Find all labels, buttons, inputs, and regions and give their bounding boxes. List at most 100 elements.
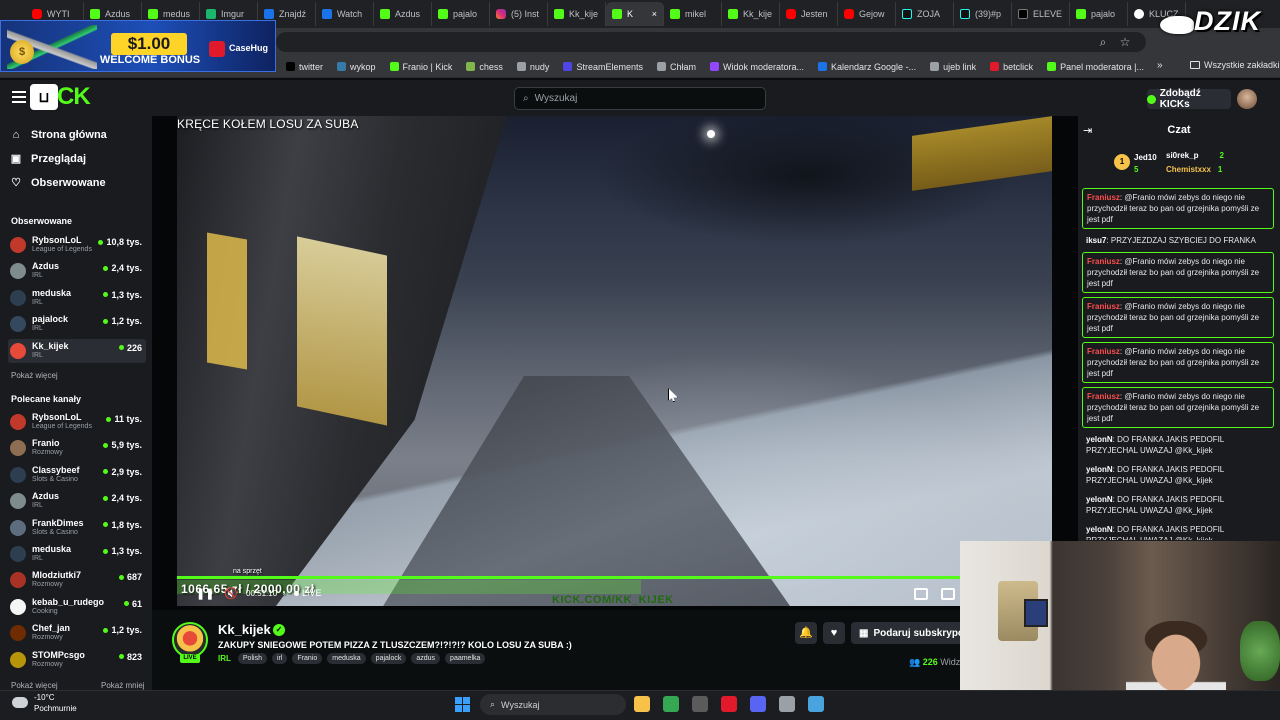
category-link[interactable]: IRL bbox=[218, 654, 231, 663]
bookmark-item[interactable]: StreamElements bbox=[563, 62, 643, 72]
file-explorer-icon[interactable] bbox=[634, 696, 650, 712]
channel-item[interactable]: meduska IRL 1,3 tys. bbox=[8, 542, 146, 566]
search-input[interactable]: ⌕ Wyszukaj bbox=[514, 87, 766, 110]
nav-item-heart[interactable]: ♡ Obserwowane bbox=[10, 177, 106, 189]
discord-icon[interactable] bbox=[750, 696, 766, 712]
stream-tag[interactable]: azdus bbox=[411, 653, 441, 664]
show-more-followed[interactable]: Pokaż więcej bbox=[11, 371, 58, 380]
browser-tab[interactable]: pajalo bbox=[432, 2, 490, 26]
user-avatar[interactable] bbox=[1237, 89, 1257, 109]
show-less-recommended[interactable]: Pokaż mniej bbox=[101, 681, 145, 690]
browser-tab[interactable]: ELEVE bbox=[1012, 2, 1070, 26]
search-icon[interactable]: ⌕ bbox=[1096, 35, 1110, 49]
theatre-mode-button[interactable] bbox=[914, 588, 928, 600]
bookmark-item[interactable]: twitter bbox=[286, 62, 323, 72]
channel-item[interactable]: Azdus IRL 2,4 tys. bbox=[8, 259, 146, 283]
bookmarks-overflow-icon[interactable]: » bbox=[1157, 60, 1163, 71]
chat-username[interactable]: yelonN bbox=[1086, 525, 1113, 534]
channel-item[interactable]: Franio Rozmowy 5,9 tys. bbox=[8, 436, 146, 460]
video-frame[interactable] bbox=[177, 116, 1052, 606]
kick-logo[interactable]: ⊔ CK bbox=[30, 84, 94, 112]
channel-item[interactable]: Kk_kijek IRL 226 bbox=[8, 338, 146, 363]
browser-tab[interactable]: Gejow bbox=[838, 2, 896, 26]
stream-tag[interactable]: pajalock bbox=[370, 653, 407, 664]
follow-heart-icon[interactable]: ♥ bbox=[823, 622, 845, 644]
channel-item[interactable]: Classybeef Slots & Casino 2,9 tys. bbox=[8, 463, 146, 487]
taskbar-search[interactable]: ⌕ Wyszukaj bbox=[480, 694, 626, 715]
weather-condition[interactable]: Pochmurnie bbox=[34, 704, 77, 713]
notepad-icon[interactable] bbox=[808, 696, 824, 712]
miniplayer-button[interactable] bbox=[941, 588, 955, 600]
stream-tag[interactable]: Franio bbox=[292, 653, 323, 664]
channel-item[interactable]: pajalock IRL 1,2 tys. bbox=[8, 312, 146, 336]
cloud-icon[interactable] bbox=[12, 697, 28, 708]
menu-icon[interactable] bbox=[12, 91, 26, 103]
streamer-avatar[interactable] bbox=[172, 622, 208, 658]
channel-item[interactable]: Chef_jan Rozmowy 1,2 tys. bbox=[8, 621, 146, 645]
show-more-recommended[interactable]: Pokaż więcej bbox=[11, 681, 58, 690]
live-indicator[interactable]: LIVE bbox=[294, 588, 322, 598]
windows-start-icon[interactable] bbox=[455, 697, 470, 712]
browser-tab[interactable]: K × bbox=[606, 2, 664, 26]
chat-username[interactable]: Franiusz bbox=[1087, 392, 1120, 401]
nav-item-home[interactable]: ⌂ Strona główna bbox=[10, 129, 107, 141]
channel-item[interactable]: meduska IRL 1,3 tys. bbox=[8, 286, 146, 310]
browser-tab[interactable]: mikel bbox=[664, 2, 722, 26]
collapse-chat-icon[interactable]: ⇥ bbox=[1083, 124, 1092, 137]
app-icon[interactable] bbox=[692, 696, 708, 712]
chrome-icon[interactable] bbox=[663, 696, 679, 712]
bookmark-item[interactable]: ujeb link bbox=[930, 62, 976, 72]
stream-tag[interactable]: paamelka bbox=[445, 653, 486, 664]
chat-username[interactable]: yelonN bbox=[1086, 465, 1113, 474]
bookmark-item[interactable]: nudy bbox=[516, 62, 549, 72]
close-tab-icon[interactable]: × bbox=[652, 9, 657, 19]
promo-banner[interactable]: $1.00 WELCOME BONUS CaseHug bbox=[0, 20, 276, 72]
bookmark-item[interactable]: Franio | Kick bbox=[389, 62, 452, 72]
channel-item[interactable]: kebab_u_rudego Cooking 61 bbox=[8, 595, 146, 619]
bookmark-item[interactable]: wykop bbox=[337, 62, 376, 72]
star-bookmark-icon[interactable]: ☆ bbox=[1118, 35, 1132, 49]
browser-tab[interactable]: pajalo bbox=[1070, 2, 1128, 26]
chat-username[interactable]: Franiusz bbox=[1087, 257, 1120, 266]
bookmark-item[interactable]: Widok moderatora... bbox=[709, 62, 804, 72]
browser-tab[interactable]: ZOJA bbox=[896, 2, 954, 26]
stream-tag[interactable]: irl bbox=[271, 653, 288, 664]
browser-tab[interactable]: Azdus bbox=[374, 2, 432, 26]
bookmark-item[interactable]: Kalendarz Google -... bbox=[818, 62, 916, 72]
channel-item[interactable]: Mlodziutki7 Rozmowy 687 bbox=[8, 568, 146, 592]
app-icon-2[interactable] bbox=[721, 696, 737, 712]
weather-temperature[interactable]: -10°C bbox=[34, 693, 55, 702]
browser-tab[interactable]: Watch bbox=[316, 2, 374, 26]
address-bar[interactable] bbox=[276, 32, 1146, 52]
browser-tab[interactable]: Jesten bbox=[780, 2, 838, 26]
channel-item[interactable]: RybsonLoL League of Legends 11 tys. bbox=[8, 410, 146, 434]
chat-username[interactable]: iksu7 bbox=[1086, 236, 1106, 245]
nav-item-browse[interactable]: ▣ Przeglądaj bbox=[10, 153, 86, 165]
bookmark-item[interactable]: Panel moderatora |... bbox=[1047, 62, 1144, 72]
streamer-name[interactable]: Kk_kijek bbox=[218, 622, 271, 637]
get-kicks-button[interactable]: Zdobądź KICKs bbox=[1147, 88, 1231, 110]
settings-icon[interactable] bbox=[779, 696, 795, 712]
notification-bell-icon[interactable]: 🔔 bbox=[795, 622, 817, 644]
pause-button[interactable]: ❚❚ bbox=[196, 588, 214, 600]
bookmark-item[interactable]: betclick bbox=[990, 62, 1033, 72]
mute-icon[interactable]: 🔇 bbox=[224, 588, 238, 600]
chat-username[interactable]: yelonN bbox=[1086, 435, 1113, 444]
stream-tag[interactable]: meduska bbox=[327, 653, 366, 664]
chat-username[interactable]: Franiusz bbox=[1087, 347, 1120, 356]
bookmark-item[interactable]: Chłam bbox=[656, 62, 696, 72]
browser-tab[interactable]: Kk_kije bbox=[548, 2, 606, 26]
live-progress-bar[interactable] bbox=[177, 576, 1052, 579]
all-bookmarks[interactable]: Wszystkie zakładki bbox=[1190, 60, 1280, 70]
chat-username[interactable]: Franiusz bbox=[1087, 193, 1120, 202]
channel-item[interactable]: RybsonLoL League of Legends 10,8 tys. bbox=[8, 233, 146, 257]
chat-username[interactable]: Franiusz bbox=[1087, 302, 1120, 311]
stream-tag[interactable]: Polish bbox=[237, 653, 267, 664]
chat-username[interactable]: yelonN bbox=[1086, 495, 1113, 504]
channel-item[interactable]: FrankDimes Slots & Casino 1,8 tys. bbox=[8, 516, 146, 540]
channel-item[interactable]: STOMPcsgo Rozmowy 823 bbox=[8, 648, 146, 672]
browser-tab[interactable]: (5) Inst bbox=[490, 2, 548, 26]
gift-subscription-button[interactable]: ▦ Podaruj subskrypcje bbox=[851, 622, 963, 644]
browser-tab[interactable]: (39)#p bbox=[954, 2, 1012, 26]
channel-item[interactable]: Azdus IRL 2,4 tys. bbox=[8, 489, 146, 513]
